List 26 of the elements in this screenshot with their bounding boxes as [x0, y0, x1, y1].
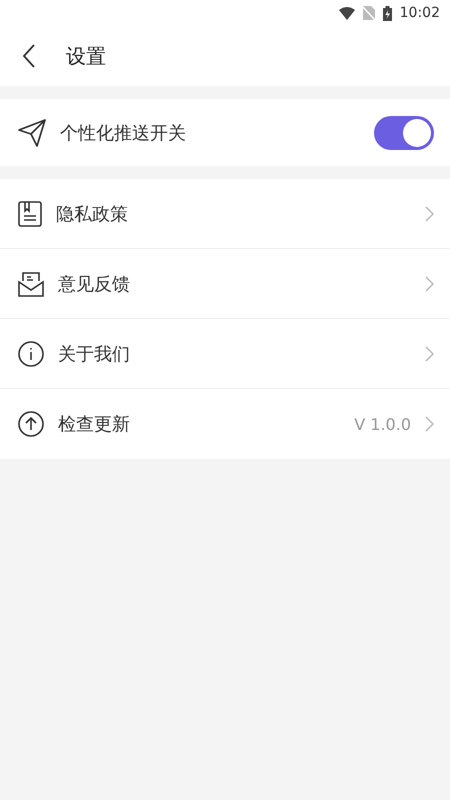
setting-label: 个性化推送开关 [60, 122, 187, 144]
page-title: 设置 [66, 42, 106, 70]
status-time: 10:02 [400, 5, 440, 21]
menu-item[interactable]: 意见反馈 [0, 249, 450, 319]
upload-icon [18, 411, 44, 437]
chevron-icon [425, 346, 434, 362]
chevron-icon [425, 416, 434, 432]
menu-label: 意见反馈 [58, 272, 131, 296]
menu-item[interactable]: 隐私政策 [0, 179, 450, 249]
envelope-icon [18, 270, 44, 296]
menu-item[interactable]: 检查更新 V 1.0.0 [0, 389, 450, 459]
version-text: V 1.0.0 [354, 414, 411, 434]
menu-label: 关于我们 [58, 342, 131, 366]
wifi-icon [338, 6, 355, 20]
toggle-switch[interactable] [374, 116, 434, 150]
back-icon [22, 44, 36, 68]
chevron-icon [425, 206, 434, 222]
no-sim-icon [362, 6, 375, 20]
menu-label: 检查更新 [58, 413, 131, 436]
menu-item[interactable]: 关于我们 [0, 319, 450, 389]
send-icon [18, 118, 46, 146]
battery-icon [382, 6, 392, 20]
info-icon [18, 340, 44, 366]
chevron-icon [425, 276, 434, 292]
menu-label: 隐私政策 [56, 202, 129, 226]
document-icon [18, 200, 42, 226]
